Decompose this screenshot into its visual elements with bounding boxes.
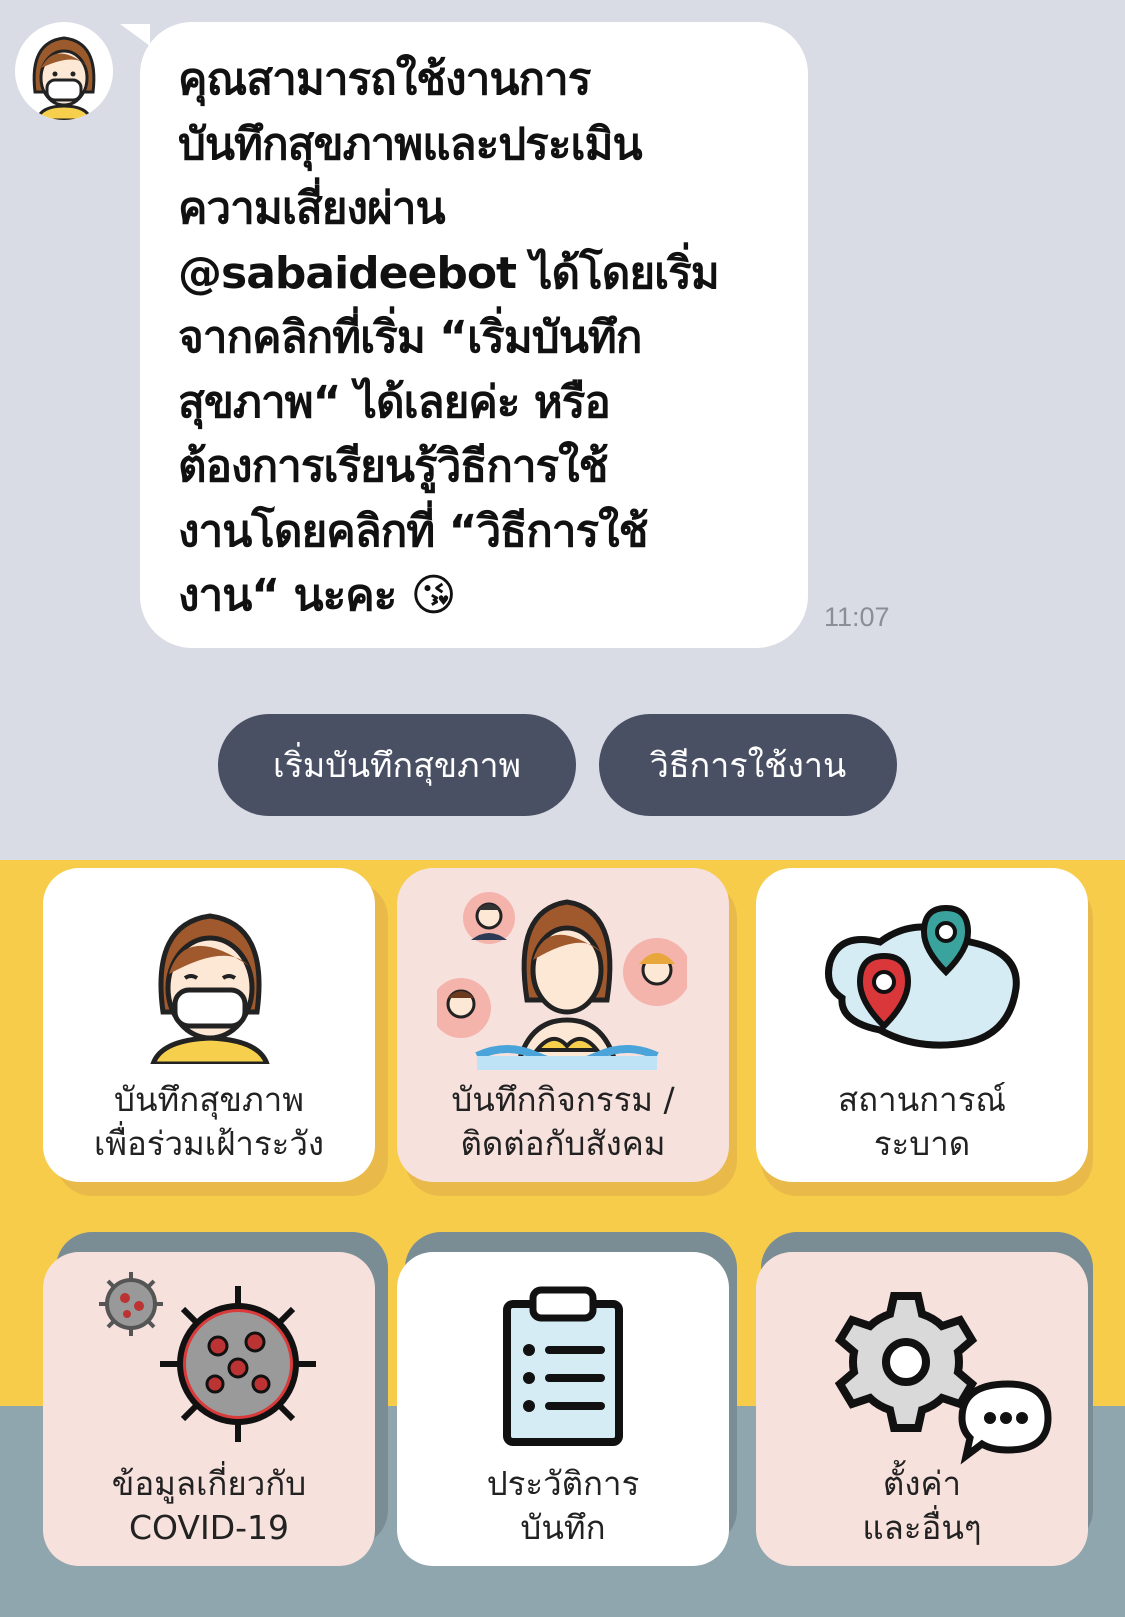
chat-area: คุณสามารถใช้งานการ บันทึกสุขภาพและประเมิ…: [0, 0, 1125, 860]
menu-tile-covid-info[interactable]: ข้อมูลเกี่ยวกับ COVID-19: [43, 1252, 375, 1566]
menu-tile-outbreak-situation[interactable]: สถานการณ์ ระบาด: [756, 868, 1088, 1182]
message-bubble: คุณสามารถใช้งานการ บันทึกสุขภาพและประเมิ…: [140, 22, 808, 648]
message-text: คุณสามารถใช้งานการ บันทึกสุขภาพและประเมิ…: [178, 54, 720, 621]
tile-label: ประวัติการ บันทึก: [486, 1464, 640, 1547]
masked-woman-icon: [150, 913, 270, 1064]
message-time: 11:07: [824, 602, 890, 632]
bot-avatar-icon: [32, 36, 96, 120]
tile-label: บันทึกสุขภาพ เพื่อร่วมเฝ้าระวัง: [93, 1080, 325, 1163]
map-pins-icon: [825, 904, 1020, 1049]
social-contacts-icon: [437, 892, 687, 1070]
tile-label: บันทึกกิจกรรม / ติดต่อกับสังคม: [451, 1080, 675, 1163]
quick-reply-start-health-log[interactable]: เริ่มบันทึกสุขภาพ: [218, 714, 576, 816]
quick-reply-how-to-use[interactable]: วิธีการใช้งาน: [599, 714, 897, 816]
menu-tile-activity-log[interactable]: บันทึกกิจกรรม / ติดต่อกับสังคม: [397, 868, 729, 1182]
tile-label: สถานการณ์ ระบาด: [837, 1080, 1007, 1163]
clipboard-icon: [503, 1286, 623, 1446]
menu-tile-log-history[interactable]: ประวัติการ บันทึก: [397, 1252, 729, 1566]
bot-avatar[interactable]: [15, 22, 113, 120]
gear-chat-icon: [834, 1292, 1052, 1465]
bubble-tail: [120, 24, 150, 46]
rich-menu: บันทึกสุขภาพ เพื่อร่วมเฝ้าระวัง บันทึกกิ…: [0, 860, 1125, 1617]
virus-icon: [99, 1272, 316, 1442]
menu-tile-health-log[interactable]: บันทึกสุขภาพ เพื่อร่วมเฝ้าระวัง: [43, 868, 375, 1182]
menu-tile-settings[interactable]: ตั้งค่า และอื่นๆ: [756, 1252, 1088, 1566]
tile-label: ตั้งค่า และอื่นๆ: [862, 1464, 982, 1547]
tile-label: ข้อมูลเกี่ยวกับ COVID-19: [111, 1464, 307, 1547]
